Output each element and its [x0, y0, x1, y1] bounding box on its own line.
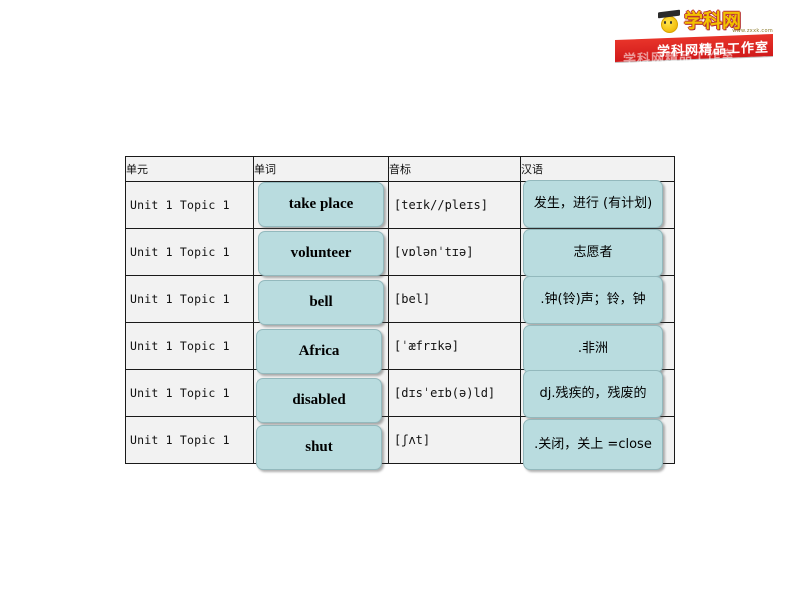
cell-phonetic: [dɪsˈeɪb(ə)ld] [388, 369, 521, 417]
chinese-box[interactable]: dj.残疾的，残废的 [523, 370, 663, 418]
cell-phonetic: [ʃʌt] [388, 416, 521, 464]
chinese-box[interactable]: .关闭，关上 =close [523, 419, 663, 470]
chinese-box[interactable]: .非洲 [523, 325, 663, 373]
unit-label: Unit 1 Topic 1 [130, 245, 230, 259]
word-box[interactable]: Africa [256, 329, 382, 374]
phonetic-label: [bel] [394, 292, 431, 306]
cell-unit: Unit 1 Topic 1 [125, 416, 254, 464]
phonetic-label: [vɒlənˈtɪə] [394, 245, 474, 259]
chinese-box[interactable]: 志愿者 [523, 229, 663, 277]
word-box[interactable]: shut [256, 425, 382, 470]
word-box[interactable]: volunteer [258, 231, 384, 276]
unit-label: Unit 1 Topic 1 [130, 292, 230, 306]
column-header-phonetic: 音标 [388, 156, 521, 182]
unit-label: Unit 1 Topic 1 [130, 198, 230, 212]
table-header-row: 单元 单词 音标 汉语 [125, 156, 675, 182]
cell-unit: Unit 1 Topic 1 [125, 322, 254, 370]
column-header-chinese: 汉语 [520, 156, 675, 182]
chinese-box[interactable]: 发生，进行 (有计划) [523, 180, 663, 228]
cell-phonetic: [bel] [388, 275, 521, 323]
unit-label: Unit 1 Topic 1 [130, 386, 230, 400]
phonetic-label: [dɪsˈeɪb(ə)ld] [394, 386, 496, 400]
cell-unit: Unit 1 Topic 1 [125, 275, 254, 323]
word-box[interactable]: take place [258, 182, 384, 227]
cell-phonetic: [ˈæfrɪkə] [388, 322, 521, 370]
unit-label: Unit 1 Topic 1 [130, 433, 230, 447]
column-header-word: 单词 [253, 156, 389, 182]
cell-phonetic: [teɪk//pleɪs] [388, 181, 521, 229]
column-header-unit: 单元 [125, 156, 254, 182]
unit-label: Unit 1 Topic 1 [130, 339, 230, 353]
cell-phonetic: [vɒlənˈtɪə] [388, 228, 521, 276]
site-logo: 学科网 www.zxxk.com 学科网精品工作室 学科网精品工作室 [615, 6, 775, 67]
phonetic-label: [teɪk//pleɪs] [394, 198, 488, 212]
graduation-cap-icon [658, 9, 682, 33]
cell-unit: Unit 1 Topic 1 [125, 228, 254, 276]
word-box[interactable]: bell [258, 280, 384, 325]
cell-unit: Unit 1 Topic 1 [125, 369, 254, 417]
chinese-box[interactable]: .钟(铃)声；铃，钟 [523, 276, 663, 324]
logo-banner: 学科网精品工作室 学科网精品工作室 [615, 32, 773, 67]
phonetic-label: [ʃʌt] [394, 433, 431, 447]
cell-unit: Unit 1 Topic 1 [125, 181, 254, 229]
word-box[interactable]: disabled [256, 378, 382, 423]
phonetic-label: [ˈæfrɪkə] [394, 339, 460, 353]
